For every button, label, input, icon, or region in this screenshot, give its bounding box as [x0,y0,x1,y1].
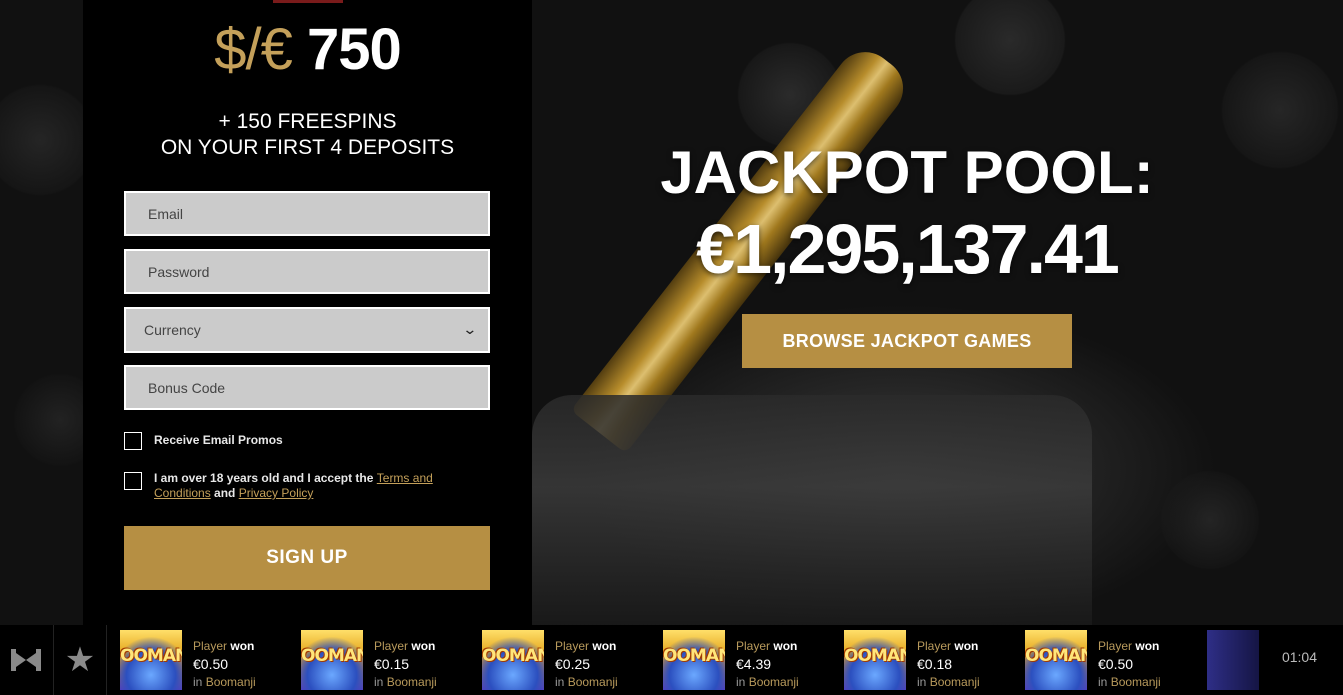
winners-ticker: ★ OOMAN Player won €0.50 in Boomanji OOM… [0,625,1343,695]
player-name: Player [917,639,952,653]
promo-line-1: + 150 FREESPINS [218,110,397,133]
thumbnail-logo-text: OOMAN [301,646,363,666]
thumbnail-logo-text: OOMAN [663,646,725,666]
terms-prefix: I am over 18 years old and I accept the [154,471,377,485]
game-thumbnail: OOMAN [120,630,182,690]
game-name: Boomanji [567,675,618,689]
terms-label: I am over 18 years old and I accept the … [154,471,454,501]
win-item[interactable]: OOMAN Player won €4.39 in Boomanji [663,630,833,690]
game-thumbnail: OOMAN [301,630,363,690]
game-name: Boomanji [1110,675,1161,689]
password-input[interactable] [124,249,490,294]
win-amount: €0.50 [1098,656,1134,672]
currency-select-value: Currency [144,322,201,338]
won-text: won [954,639,979,653]
win-item[interactable]: OOMAN Player won €0.25 in Boomanji [482,630,652,690]
currency-select-box[interactable]: Currency [124,307,490,353]
clock-display: 01:04 [1281,649,1317,665]
win-item[interactable]: OOMAN Player won €0.50 in Boomanji [120,630,290,690]
promo-line-2: ON YOUR FIRST 4 DEPOSITS [160,136,455,159]
player-name: Player [374,639,409,653]
jackpot-title: JACKPOT POOL: [660,139,1154,206]
star-icon: ★ [64,641,96,679]
game-name: Boomanji [386,675,437,689]
email-promos-checkbox[interactable] [124,432,142,450]
email-promos-row: Receive Email Promos [124,432,454,450]
win-info: Player won €0.18 in Boomanji [906,630,980,690]
win-amount: €0.25 [555,656,591,672]
win-amount: €4.39 [736,656,772,672]
bonus-code-input[interactable] [124,365,490,410]
game-thumbnail-partial[interactable] [1207,630,1259,690]
game-name: Boomanji [748,675,799,689]
win-item[interactable]: OOMAN Player won €0.50 in Boomanji [1025,630,1195,690]
thumbnail-logo-text: OOMAN [482,646,544,666]
favorites-button[interactable]: ★ [53,625,107,695]
email-promos-label: Receive Email Promos [154,433,283,447]
won-text: won [773,639,798,653]
game-name: Boomanji [205,675,256,689]
terms-row: I am over 18 years old and I accept the … [124,471,454,501]
in-text: in [1098,675,1108,689]
in-text: in [193,675,203,689]
game-thumbnail: OOMAN [663,630,725,690]
terms-checkbox[interactable] [124,472,142,490]
brand-logo-icon [11,649,41,671]
signup-button[interactable]: SIGN UP [124,526,490,590]
signup-panel: $/€ 750 + 150 FREESPINS ON YOUR FIRST 4 … [83,0,532,625]
top-accent-bar [273,0,343,3]
won-text: won [1135,639,1160,653]
home-logo-button[interactable] [0,625,52,695]
game-name: Boomanji [929,675,980,689]
email-input[interactable] [124,191,490,236]
win-amount: €0.15 [374,656,410,672]
won-text: won [230,639,255,653]
terms-and: and [210,486,239,500]
won-text: won [411,639,436,653]
win-info: Player won €0.50 in Boomanji [182,630,256,690]
in-text: in [736,675,746,689]
player-name: Player [1098,639,1133,653]
in-text: in [917,675,927,689]
currency-symbols: $/€ [214,17,293,82]
ice-bucket-image [532,395,1092,625]
win-info: Player won €0.50 in Boomanji [1087,630,1161,690]
win-info: Player won €0.15 in Boomanji [363,630,437,690]
win-item[interactable]: OOMAN Player won €0.18 in Boomanji [844,630,1014,690]
player-name: Player [736,639,771,653]
browse-jackpot-games-button[interactable]: BROWSE JACKPOT GAMES [742,314,1072,368]
bonus-value: 750 [306,17,402,82]
thumbnail-logo-text: OOMAN [120,646,182,666]
promo-text: + 150 FREESPINS ON YOUR FIRST 4 DEPOSITS [83,109,532,161]
jackpot-value: €1,295,137.41 [696,210,1120,288]
win-info: Player won €4.39 in Boomanji [725,630,799,690]
game-thumbnail: OOMAN [482,630,544,690]
game-thumbnail: OOMAN [844,630,906,690]
currency-select[interactable]: Currency ⌄ [124,307,490,353]
win-info: Player won €0.25 in Boomanji [544,630,618,690]
win-item[interactable]: OOMAN Player won €0.15 in Boomanji [301,630,471,690]
in-text: in [374,675,384,689]
player-name: Player [555,639,590,653]
game-thumbnail: OOMAN [1025,630,1087,690]
player-name: Player [193,639,228,653]
won-text: won [592,639,617,653]
thumbnail-logo-text: OOMAN [1025,646,1087,666]
privacy-link[interactable]: Privacy Policy [239,486,314,500]
win-amount: €0.50 [193,656,229,672]
bonus-amount: $/€ 750 [83,18,532,82]
thumbnail-logo-text: OOMAN [844,646,906,666]
chevron-down-icon: ⌄ [462,321,478,337]
in-text: in [555,675,565,689]
win-amount: €0.18 [917,656,953,672]
